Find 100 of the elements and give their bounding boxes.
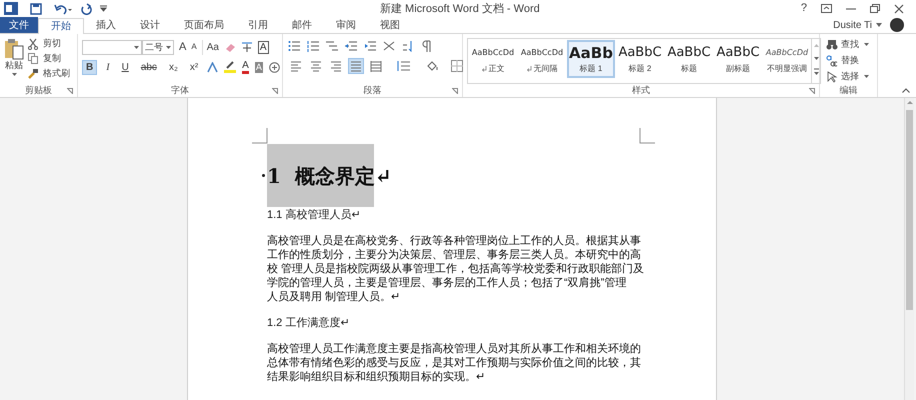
numbering-icon[interactable] [307, 40, 319, 52]
style-gallery-item[interactable]: AaBb 标题 1 [567, 40, 615, 78]
dialog-launcher-icon[interactable] [452, 88, 458, 94]
avatar-icon[interactable] [890, 18, 904, 32]
borders-icon[interactable] [451, 60, 463, 72]
distribute-icon [370, 60, 382, 72]
character-border-button[interactable]: A [258, 40, 269, 54]
body-paragraph: 高校管理人员工作满意度主要是指高校管理人员对其所从事工作和相关环境的 总体带有情绪色彩的感受与反应，是其对工作预期与实际价值之间的比较，其 结果影响组织目标和组织预期目标的实现。↵ [267, 342, 642, 384]
enclose-icon[interactable] [268, 62, 280, 72]
decrease-indent-icon[interactable] [345, 40, 357, 52]
margin-corner-mark [252, 128, 268, 144]
format-button[interactable]: abc [138, 60, 160, 74]
replace-icon [826, 54, 838, 66]
format-button[interactable]: B [82, 60, 98, 74]
file-tab[interactable]: 文件 [0, 17, 38, 33]
heading-text: 1 概念界定↵ [267, 162, 392, 190]
align-right-icon [330, 60, 342, 72]
shrink-font-button[interactable]: A [191, 41, 197, 54]
caret-icon [166, 46, 171, 49]
line-spacing-icon[interactable] [396, 60, 410, 72]
restore-icon[interactable] [870, 4, 880, 13]
multilevel-list-icon[interactable] [326, 40, 338, 52]
dialog-launcher-icon[interactable] [809, 88, 815, 94]
format-button[interactable]: I [103, 60, 113, 74]
clipboard-action[interactable]: 复制 [28, 52, 70, 66]
copy-icon [28, 53, 39, 65]
grow-font-button[interactable]: A [179, 39, 186, 56]
dialog-launcher-icon[interactable] [67, 88, 73, 94]
align-left-icon [290, 60, 302, 72]
cursor-icon [826, 70, 838, 82]
change-case-button[interactable]: Aa [202, 40, 219, 55]
scrollbar-thumb[interactable] [906, 110, 913, 310]
font-name-field[interactable] [82, 40, 142, 55]
paintbrush-icon [28, 68, 39, 80]
editing-action[interactable]: 查找 [826, 37, 869, 52]
paragraph-mark-icon[interactable] [421, 40, 433, 52]
alignment-button[interactable] [368, 58, 384, 74]
font-size-field[interactable]: 二号 [142, 40, 174, 55]
caret-icon[interactable] [876, 23, 882, 27]
character-shading-button[interactable]: A [254, 62, 263, 72]
ribbon-tab[interactable]: 视图 [368, 17, 412, 33]
format-button[interactable]: U [118, 60, 132, 74]
collapse-ribbon-icon[interactable] [902, 88, 910, 93]
scissors-icon [28, 38, 39, 50]
caret-icon [864, 75, 869, 78]
style-gallery-item[interactable]: AaBbC 标题 [665, 40, 713, 78]
caret-icon [134, 46, 139, 49]
body-paragraph: 高校管理人员是在高校党务、行政等各种管理岗位上工作的人员。根据其从事 工作的性质划分，主要分为决策层、管理层、事务层三类人员。本研究中的高 校 管理人员是指校院两级从事管理工作，包括高等学校党委和行政职能部门及 学院的管理人员，主要是管理层、事务层的工作人员；包括了“双肩挑”管理 人员及聘用 制管理人员。↵ [267, 234, 646, 304]
redo-icon[interactable] [80, 2, 92, 14]
highlighter-icon[interactable] [224, 61, 236, 73]
style-gallery-item[interactable]: AaBbCcDd 不明显强调 [763, 40, 811, 78]
ribbon-tab[interactable]: 引用 [236, 17, 280, 33]
section-heading: 1.2 工作满意度↵ [267, 316, 350, 330]
close-icon[interactable] [894, 4, 904, 14]
ribbon-tab[interactable]: 页面布局 [172, 17, 236, 33]
undo-icon[interactable] [54, 2, 72, 14]
bullets-icon[interactable] [288, 40, 300, 52]
style-gallery-item[interactable]: AaBbC 副标题 [714, 40, 762, 78]
ribbon-tab[interactable]: 插入 [84, 17, 128, 33]
ribbon-tab[interactable]: 审阅 [324, 17, 368, 33]
style-gallery-item[interactable]: AaBbC 标题 2 [616, 40, 664, 78]
customize-caret-icon[interactable] [100, 5, 107, 12]
alignment-button[interactable] [348, 58, 364, 74]
group-label: 段落 [364, 84, 382, 97]
clipboard-action[interactable]: 剪切 [28, 37, 70, 51]
caret-icon [864, 43, 869, 46]
editing-action[interactable]: 选择 [826, 69, 869, 84]
binoculars-icon [826, 38, 838, 50]
sort-icon[interactable] [402, 40, 414, 52]
help-button[interactable]: ? [800, 0, 807, 17]
ribbon-tab[interactable]: 邮件 [280, 17, 324, 33]
margin-corner-mark [639, 128, 655, 144]
group-label: 剪贴板 [25, 84, 52, 97]
paragraph-mark-icon [526, 66, 532, 72]
word-logo-icon [4, 2, 18, 15]
style-gallery-item[interactable]: AaBbCcDd 正文 [469, 40, 517, 78]
save-icon[interactable] [30, 2, 42, 14]
user-name[interactable]: Dusite Ti [833, 18, 872, 32]
ribbon-tab[interactable]: 设计 [128, 17, 172, 33]
dialog-launcher-icon[interactable] [272, 88, 278, 94]
section-heading: 1.1 高校管理人员↵ [267, 208, 362, 222]
caret-icon[interactable] [12, 73, 16, 76]
clipboard-icon [4, 38, 24, 60]
ribbon-display-icon[interactable] [821, 4, 832, 13]
style-gallery-item[interactable]: AaBbCcDd 无间隔 [518, 40, 566, 78]
justify-icon [350, 60, 362, 72]
increase-indent-icon[interactable] [364, 40, 376, 52]
ribbon-tab[interactable]: 开始 [38, 18, 84, 34]
bullet-dot-icon [262, 174, 265, 177]
paste-button[interactable]: 粘贴 [5, 60, 23, 71]
format-button[interactable]: x₂ [166, 60, 181, 74]
font-color-button[interactable]: A [242, 60, 249, 74]
group-label: 样式 [632, 84, 650, 97]
window-title: 新建 Microsoft Word 文档 - Word [380, 2, 540, 17]
editing-action[interactable]: 替换 [826, 53, 869, 68]
clipboard-action[interactable]: 格式刷 [28, 67, 70, 81]
group-label: 编辑 [840, 84, 858, 97]
paragraph-mark-icon [482, 66, 486, 72]
format-button[interactable]: x² [186, 60, 202, 74]
group-label: 字体 [171, 84, 189, 97]
